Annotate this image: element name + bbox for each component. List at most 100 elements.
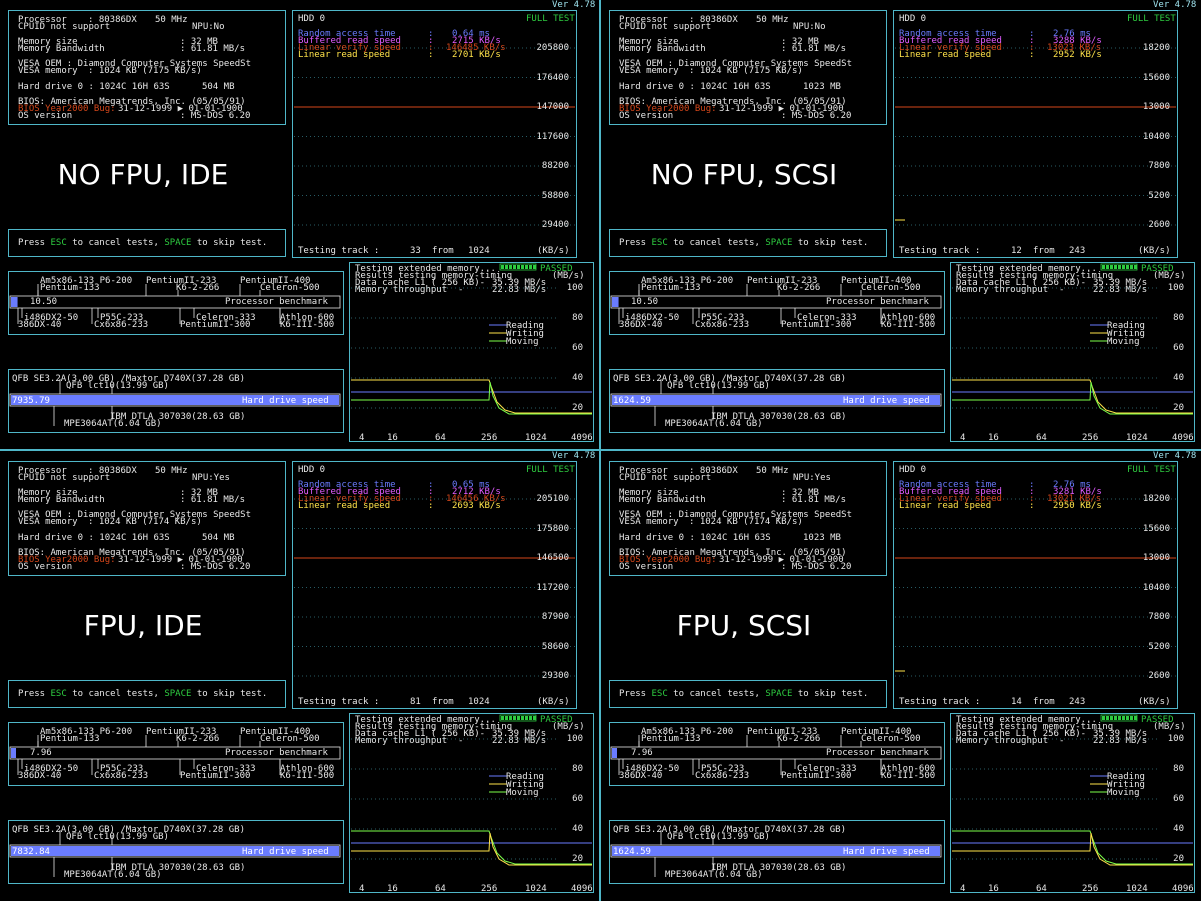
- npu-status: NPU:Yes: [192, 473, 230, 483]
- esc-key[interactable]: ESC: [51, 238, 67, 248]
- processor-mhz: 50 MHz: [155, 466, 188, 476]
- processor-mhz: 50 MHz: [155, 15, 188, 25]
- hdd-ytick: 58600: [541, 641, 569, 652]
- hdd-speed-chart: [294, 498, 575, 677]
- key-hint: Press ESC to cancel tests, SPACE to skip…: [18, 690, 267, 699]
- memory-xtick: 16: [387, 884, 398, 894]
- testing-track-current: 81: [410, 697, 421, 707]
- key-hint-skip: to skip test.: [797, 689, 869, 699]
- hdd-ytick: 2600: [1148, 220, 1170, 230]
- esc-key[interactable]: ESC: [652, 689, 668, 699]
- memory-bandwidth-label: Memory Bandwidth: [18, 495, 105, 505]
- moving-series: [952, 381, 1193, 415]
- testing-track-total: 1024: [468, 697, 490, 707]
- benchmark-panel: Processor : 80386DX 50 MHz CPUID not sup…: [601, 0, 1201, 450]
- memory-ytick: 20: [1173, 403, 1184, 413]
- hd-mpe3064at: MPE3064AT(6.04 GB): [665, 419, 763, 429]
- hd-qfb-lct10: QFB lct10(13.99 GB): [66, 832, 169, 842]
- memory-xtick: 256: [1082, 884, 1099, 894]
- memory-ytick: 80: [572, 313, 583, 323]
- hdd-speed-chart: [294, 47, 575, 226]
- cpu-k6-iii-500: K6-III-500: [280, 320, 335, 330]
- memory-bandwidth-value: : 61.81 MB/s: [781, 44, 847, 54]
- memory-bandwidth-label: Memory Bandwidth: [619, 495, 706, 505]
- hard-drive-speed-label: Hard drive speed: [843, 396, 930, 406]
- hard-drive-speed-label: Hard drive speed: [242, 396, 329, 406]
- hdd-ytick: 15600: [1142, 72, 1170, 83]
- memory-ytick: 80: [1173, 764, 1184, 774]
- hdd-ytick: 18200: [1142, 494, 1170, 504]
- cpu-k6-2-266: K6-2-266: [176, 283, 220, 293]
- hdd-ytick: 88200: [541, 161, 569, 171]
- hard-drive-speed-label: Hard drive speed: [242, 847, 329, 857]
- hard-drive-speed-label: Hard drive speed: [843, 847, 930, 857]
- testing-track-from: from: [432, 246, 454, 256]
- hd-qfb-lct10: QFB lct10(13.99 GB): [66, 381, 169, 391]
- legend-moving: Moving: [1107, 788, 1140, 798]
- memory-ytick: 100: [1167, 734, 1184, 744]
- os-version-value: : MS-DOS 6.20: [180, 111, 251, 121]
- cpu-386dx-40: 386DX-40: [18, 771, 62, 781]
- hard-drive-size: 504 MB: [202, 533, 235, 543]
- cpu-pentiumii-300: PentiumII-300: [781, 320, 852, 330]
- space-key[interactable]: SPACE: [765, 238, 792, 248]
- cpu-pentium-133: Pentium-133: [641, 283, 701, 293]
- memory-ytick: 40: [572, 824, 583, 834]
- memory-xtick: 16: [988, 884, 999, 894]
- hard-drive-score: 1624.59: [613, 847, 651, 857]
- hdd-ytick: 87900: [541, 612, 569, 622]
- memory-ytick: 40: [1173, 824, 1184, 834]
- os-version-label: OS version: [619, 562, 674, 572]
- key-hint-skip: to skip test.: [797, 238, 869, 248]
- space-key[interactable]: SPACE: [164, 689, 191, 699]
- kbs-unit: (KB/s): [1138, 697, 1171, 707]
- memory-bandwidth-value: : 61.81 MB/s: [180, 495, 246, 505]
- processor-bar-fill: [612, 748, 617, 758]
- legend-moving: Moving: [506, 788, 539, 798]
- memory-xtick: 64: [1036, 433, 1047, 443]
- testing-track-label: Testing track :: [899, 697, 981, 707]
- vesa-memory-value: : 1024 KB (7175 KB/s): [88, 66, 202, 76]
- memory-ytick: 60: [572, 343, 583, 353]
- testing-track-from: from: [1033, 697, 1055, 707]
- hard-drive-score: 1624.59: [613, 396, 651, 406]
- space-key[interactable]: SPACE: [765, 689, 792, 699]
- testing-track-total: 243: [1069, 246, 1086, 256]
- hdd-ytick: 10400: [1142, 582, 1170, 593]
- testing-track-current: 12: [1011, 246, 1022, 256]
- hdd-ytick: 15600: [1142, 523, 1170, 534]
- space-key[interactable]: SPACE: [164, 238, 191, 248]
- processor-score: 7.96: [631, 748, 653, 758]
- memory-ytick: 100: [566, 283, 583, 293]
- memory-ytick: 40: [572, 373, 583, 383]
- cpu-pentium-133: Pentium-133: [641, 734, 701, 744]
- memory-bandwidth-label: Memory Bandwidth: [619, 44, 706, 54]
- cpu-celeron-500: Celeron-500: [260, 734, 320, 744]
- memory-xtick: 1024: [525, 433, 547, 443]
- memory-ytick: 80: [572, 764, 583, 774]
- memory-bandwidth-value: : 61.81 MB/s: [180, 44, 246, 54]
- processor-score: 10.50: [30, 297, 58, 307]
- hdd-ytick: 2600: [1148, 671, 1170, 681]
- memory-xtick: 64: [435, 884, 446, 894]
- memory-ytick: 100: [566, 734, 583, 744]
- memory-xtick: 4096: [1172, 884, 1194, 894]
- esc-key[interactable]: ESC: [652, 238, 668, 248]
- kbs-unit: (KB/s): [1138, 246, 1171, 256]
- esc-key[interactable]: ESC: [51, 689, 67, 699]
- testing-track-label: Testing track :: [298, 246, 380, 256]
- key-hint-cancel: to cancel tests,: [72, 238, 159, 248]
- hdd-ytick: 10400: [1142, 131, 1170, 142]
- hdd-ytick: 13000: [1142, 102, 1170, 112]
- hard-drive-label: Hard drive 0 : 1024C 16H 63S: [619, 533, 771, 543]
- moving-series: [952, 832, 1193, 866]
- memory-ytick: 100: [1167, 283, 1184, 293]
- memory-ytick: 40: [1173, 373, 1184, 383]
- cpu-k6-2-266: K6-2-266: [176, 734, 220, 744]
- npu-status: NPU:No: [192, 22, 225, 32]
- npu-status: NPU:Yes: [793, 473, 831, 483]
- vesa-memory-value: : 1024 KB (7175 KB/s): [689, 66, 803, 76]
- cpu-386dx-40: 386DX-40: [619, 320, 663, 330]
- cpu-cx6x86-233: Cx6x86-233: [695, 320, 750, 330]
- cpu-386dx-40: 386DX-40: [18, 320, 62, 330]
